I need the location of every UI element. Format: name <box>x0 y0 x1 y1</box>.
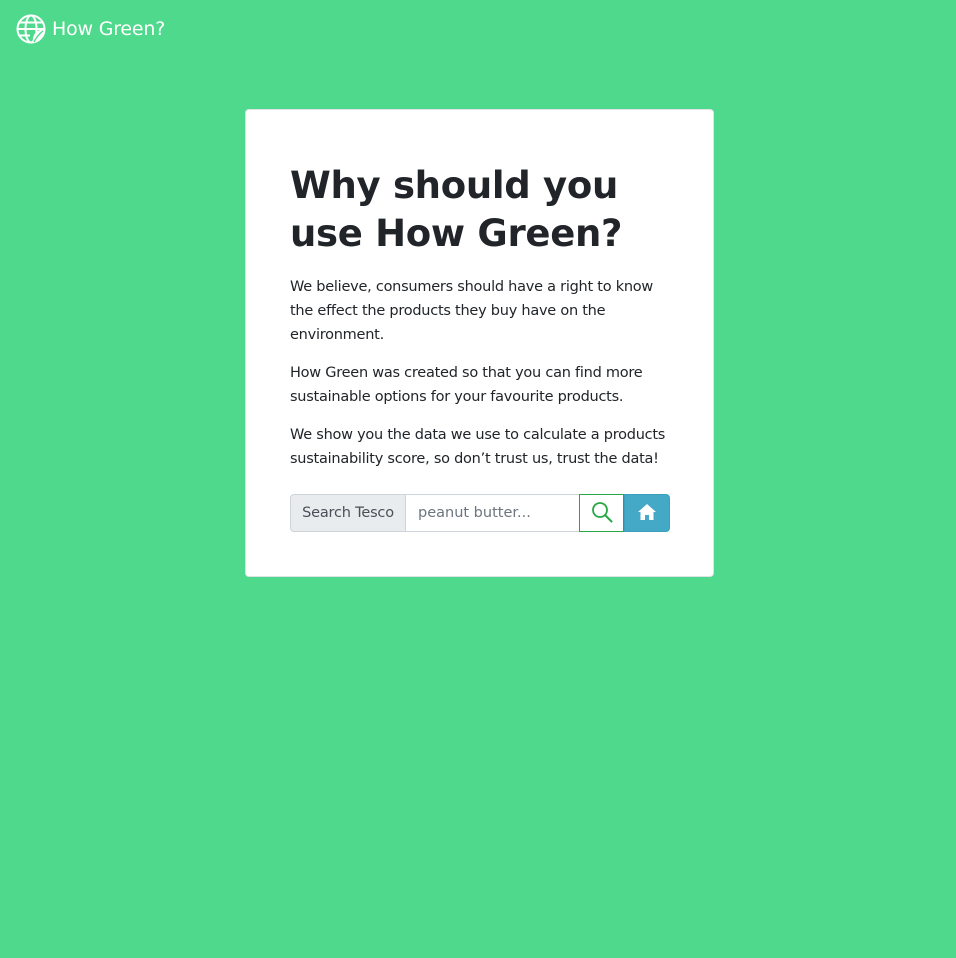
card-body: Why should you use How Green? We believe… <box>290 162 670 471</box>
search-input-group: Search Tesco <box>290 494 670 532</box>
card-title: Why should you use How Green? <box>290 164 623 255</box>
home-icon <box>637 503 657 524</box>
paragraph-data: We show you the data we use to calculate… <box>290 427 666 467</box>
search-prepend-label: Search Tesco <box>290 494 405 532</box>
navbar-brand[interactable]: How Green? <box>16 13 165 45</box>
globe-leaf-icon <box>16 14 46 44</box>
search-icon <box>591 501 613 526</box>
search-input[interactable] <box>405 494 579 532</box>
search-button[interactable] <box>579 494 624 532</box>
brand-title: How Green? <box>52 18 166 40</box>
paragraph-purpose: How Green was created so that you can fi… <box>290 365 643 405</box>
home-button[interactable] <box>624 494 670 532</box>
info-card: Why should you use How Green? We believe… <box>245 109 714 577</box>
paragraph-belief: We believe, consumers should have a righ… <box>290 279 654 343</box>
